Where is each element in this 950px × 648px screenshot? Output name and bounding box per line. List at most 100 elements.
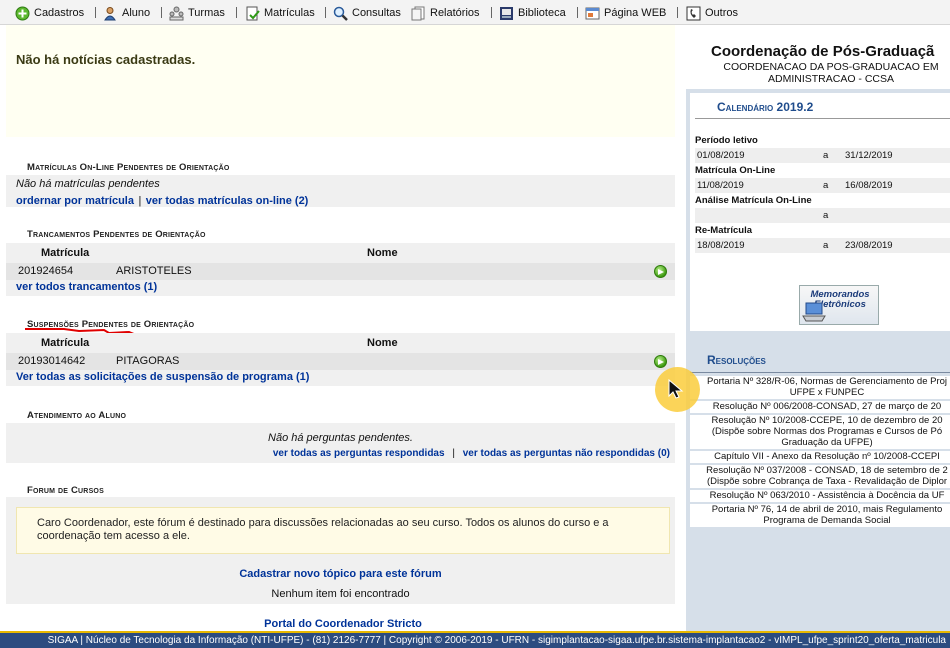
atendimento-links: ver todas as perguntas respondidas | ver… — [273, 448, 670, 459]
resolucao-line: Portaria Nº 76, 14 de abril de 2010, mai… — [711, 504, 943, 515]
right-sidebar: Coordenação de Pós-Graduaçã COORDENACAO … — [686, 25, 950, 631]
webpage-icon — [585, 6, 600, 21]
enrollment-icon — [245, 6, 260, 21]
divider — [695, 118, 950, 119]
footer-bar: SIGAA | Núcleo de Tecnologia da Informaç… — [0, 631, 950, 648]
student-icon — [103, 6, 118, 21]
calendar-dates-row: 18/08/2019 a 23/08/2019 — [695, 238, 950, 253]
news-panel: Não há notícias cadastradas. — [6, 25, 675, 137]
menu-outros[interactable]: Outros — [686, 4, 738, 22]
table-row: 201924654 ARISTOTELES — [6, 263, 675, 280]
arrow-right-icon[interactable] — [654, 355, 667, 368]
resolucao-link[interactable]: Portaria Nº 76, 14 de abril de 2010, mai… — [690, 504, 950, 527]
unanswered-questions-link[interactable]: ver todas as perguntas não respondidas (… — [463, 448, 670, 459]
resolucao-line: Resolução Nº 037/2008 - CONSAD, 18 de se… — [706, 465, 948, 476]
matriculas-panel: Não há matrículas pendentes ordernar por… — [6, 175, 675, 207]
atendimento-panel: Não há perguntas pendentes. ver todas as… — [6, 423, 675, 463]
menu-divider — [161, 7, 162, 18]
menu-divider — [577, 7, 578, 18]
section-title-forum: Forum de Cursos — [27, 485, 104, 496]
menu-divider — [677, 7, 678, 18]
date-end: 31/12/2019 — [845, 150, 893, 161]
resolucao-line: (Dispõe sobre Cobrança de Taxa - Revalid… — [706, 476, 948, 487]
arrow-right-icon[interactable] — [654, 265, 667, 278]
resolucao-link[interactable]: Portaria Nº 328/R-06, Normas de Gerencia… — [690, 376, 950, 399]
resolucao-link[interactable]: Resolução Nº 037/2008 - CONSAD, 18 de se… — [690, 465, 950, 488]
resolucao-line: Resolução Nº 063/2010 - Assistência à Do… — [709, 490, 945, 501]
date-separator: a — [823, 240, 829, 251]
menu-divider — [325, 7, 326, 18]
resolucao-line: Resolução Nº 006/2008-CONSAD, 27 de març… — [712, 401, 942, 412]
menu-label: Outros — [705, 7, 739, 19]
resolucao-link[interactable]: Resolução Nº 063/2010 - Assistência à Do… — [690, 490, 950, 502]
col-matricula: Matrícula — [41, 337, 90, 349]
trancamentos-footer: ver todos trancamentos (1) — [6, 280, 675, 296]
menu-label: Turmas — [188, 7, 225, 19]
date-separator: a — [823, 150, 829, 161]
menu-label: Cadastros — [34, 7, 85, 19]
menu-aluno[interactable]: Aluno — [103, 4, 150, 22]
calendar-dates-row: 01/08/2019 a 31/12/2019 — [695, 148, 950, 163]
calendar-dates-row: 11/08/2019 a 16/08/2019 — [695, 178, 950, 193]
menu-label: Aluno — [122, 7, 151, 19]
calendar-section-label: Análise Matrícula On-Line — [695, 193, 950, 208]
table-row: 20193014642 PITAGORAS — [6, 353, 675, 370]
menu-biblioteca[interactable]: Biblioteca — [499, 4, 566, 22]
menu-label: Matrículas — [264, 7, 315, 19]
menu-consultas[interactable]: Consultas — [333, 4, 401, 22]
portal-coordenador-link[interactable]: Portal do Coordenador Stricto — [0, 618, 686, 630]
mouse-pointer-icon — [668, 378, 684, 399]
resolucao-line: UFPE x FUNPEC — [789, 387, 865, 398]
date-start: 18/08/2019 — [697, 240, 745, 251]
all-suspensoes-link[interactable]: Ver todas as solicitações de suspensão d… — [16, 371, 309, 383]
calendar-section-label: Re-Matrícula — [695, 223, 950, 238]
all-matriculas-link[interactable]: ver todas matrículas on-line (2) — [146, 195, 309, 207]
coordenacao-subtitle-line: COORDENACAO DA POS-GRADUACAO EM — [723, 61, 939, 73]
col-nome: Nome — [367, 337, 398, 349]
plus-circle-icon — [15, 6, 30, 21]
memorandos-eletronicos-button[interactable]: Memorandos Eletrônicos — [799, 285, 879, 325]
menu-label: Consultas — [352, 7, 401, 19]
menu-relatorios[interactable]: Relatórios — [411, 4, 480, 22]
menu-pagina-web[interactable]: Página WEB — [585, 4, 666, 22]
resolucao-link[interactable]: Capítulo VII - Anexo da Resolução nº 10/… — [690, 451, 950, 463]
resolucao-link[interactable]: Resolução Nº 006/2008-CONSAD, 27 de març… — [690, 401, 950, 413]
menu-cadastros[interactable]: Cadastros — [15, 4, 84, 22]
menu-divider — [236, 7, 237, 18]
date-start: 11/08/2019 — [697, 180, 744, 191]
section-title-atendimento: Atendimento ao Aluno — [27, 410, 127, 421]
answered-questions-link[interactable]: ver todas as perguntas respondidas — [273, 448, 445, 459]
phone-icon — [686, 6, 701, 21]
class-icon — [169, 6, 184, 21]
menu-label: Página WEB — [604, 7, 667, 19]
coordenacao-subtitle-line: ADMINISTRACAO - CCSA — [767, 73, 894, 85]
coordenacao-box: Coordenação de Pós-Graduaçã COORDENACAO … — [686, 25, 950, 89]
menu-divider — [95, 7, 96, 18]
date-end: 16/08/2019 — [845, 180, 893, 191]
library-icon — [499, 6, 514, 21]
forum-new-topic-wrap: Cadastrar novo tópico para este fórum — [6, 564, 675, 582]
col-matricula: Matrícula — [41, 247, 90, 259]
news-empty-text: Não há notícias cadastradas. — [16, 52, 196, 67]
calendar-dates-row: a — [695, 208, 950, 223]
link-separator: | — [452, 448, 455, 459]
cell-nome: ARISTOTELES — [116, 265, 192, 277]
magnifier-icon — [333, 6, 348, 21]
menu-divider — [491, 7, 492, 18]
menu-turmas[interactable]: Turmas — [169, 4, 225, 22]
divider — [690, 372, 950, 373]
cell-nome: PITAGORAS — [116, 355, 180, 367]
new-topic-link[interactable]: Cadastrar novo tópico para este fórum — [239, 568, 441, 580]
order-by-matricula-link[interactable]: ordernar por matrícula — [16, 195, 134, 207]
trancamentos-table-header: Matrícula Nome — [6, 243, 675, 263]
resolucao-link[interactable]: Resolução Nº 10/2008-CCEPE, 10 de dezemb… — [690, 415, 950, 449]
date-end: 23/08/2019 — [845, 240, 893, 251]
all-trancamentos-link[interactable]: ver todos trancamentos (1) — [16, 281, 157, 293]
calendar-section-label: Matrícula On-Line — [695, 163, 950, 178]
menu-matriculas[interactable]: Matrículas — [245, 4, 315, 22]
cell-matricula: 201924654 — [18, 265, 74, 277]
top-menu-bar: Cadastros Aluno Turmas Matrículas Consul… — [0, 0, 950, 25]
col-nome: Nome — [367, 247, 398, 259]
date-separator: a — [823, 210, 829, 221]
cell-matricula: 20193014642 — [18, 355, 86, 367]
